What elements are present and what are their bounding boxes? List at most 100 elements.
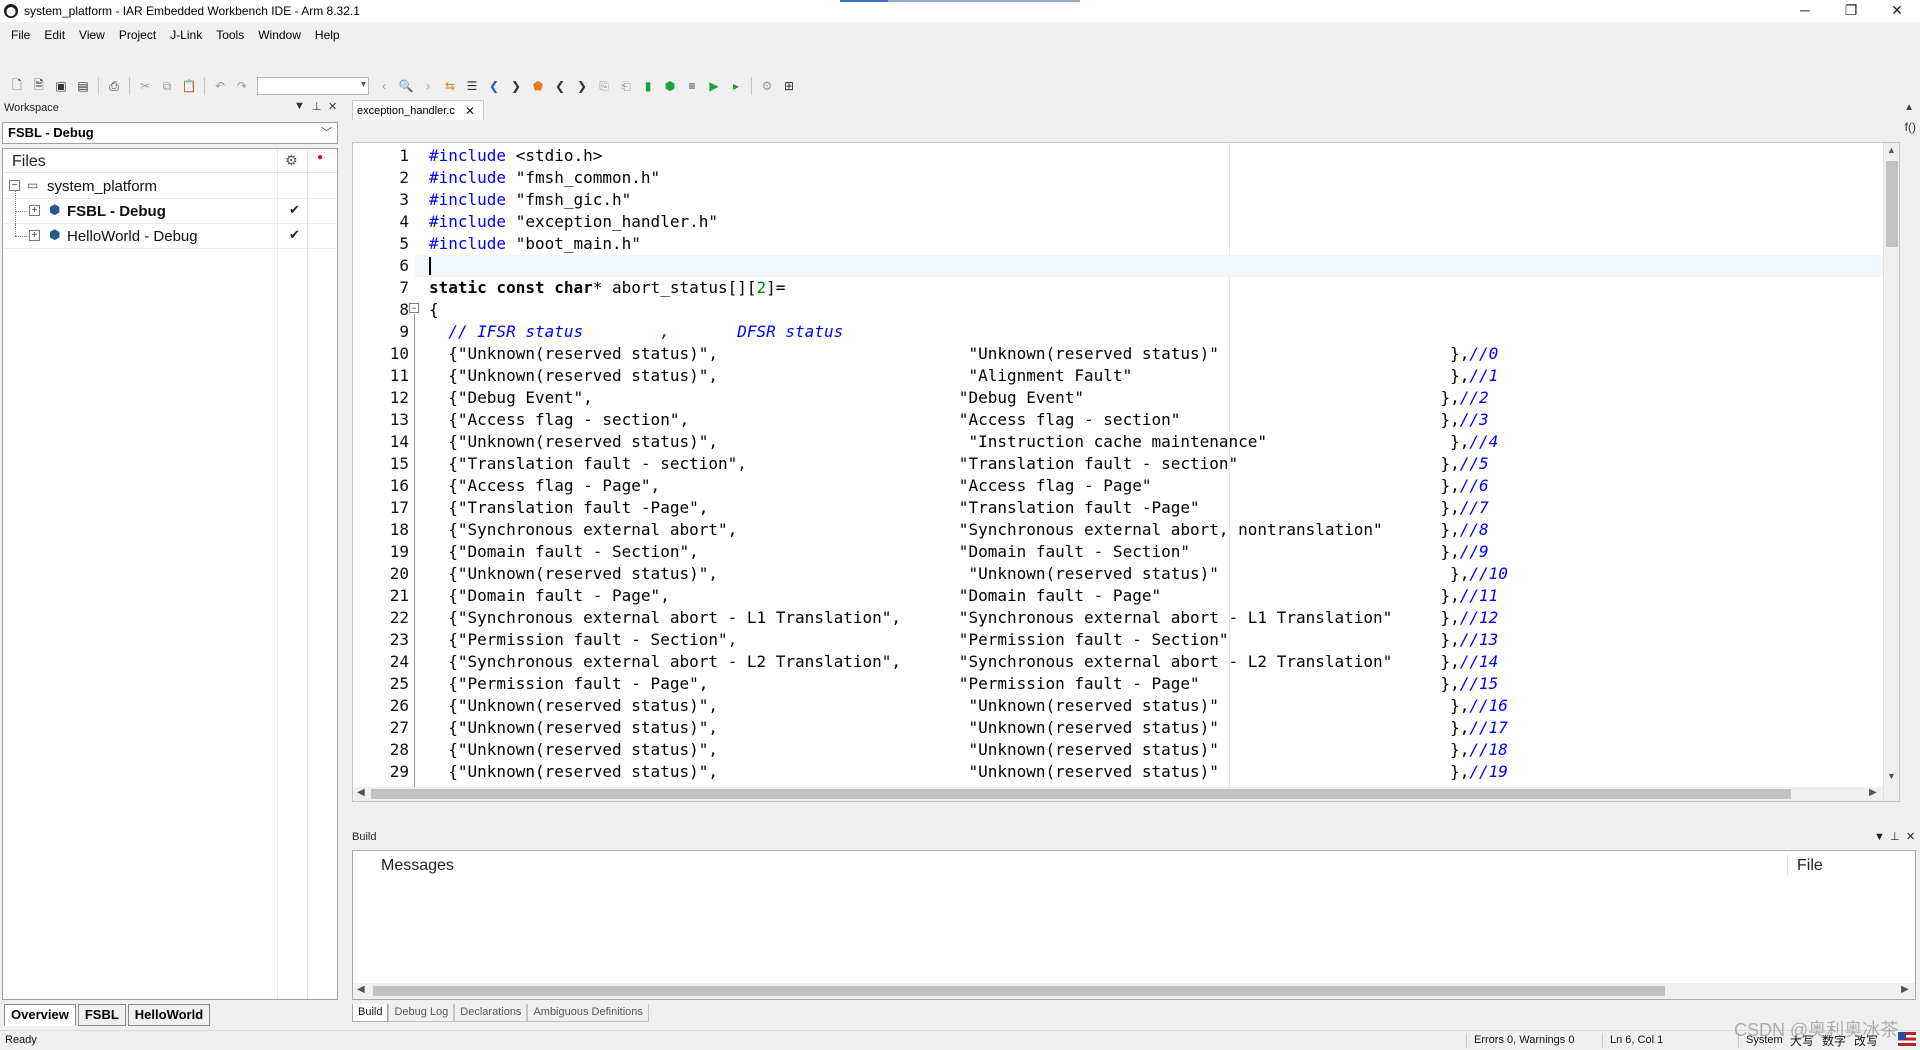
stop-build-icon[interactable]: ⬢ xyxy=(659,75,681,97)
chevron-left-icon[interactable]: ◀ xyxy=(357,984,365,995)
code-line[interactable]: static const char* abort_status[][2]= xyxy=(429,277,1869,299)
find-previous-icon[interactable]: ‹ xyxy=(373,75,395,97)
code-line[interactable]: {"Translation fault -Page", "Translation… xyxy=(429,497,1869,519)
code-line[interactable]: {"Unknown(reserved status)", "Unknown(re… xyxy=(429,563,1869,585)
language-flag-icon[interactable] xyxy=(1898,1032,1916,1046)
toolbar-options-icon[interactable]: ⚙ xyxy=(756,75,778,97)
code-line[interactable]: #include "fmsh_common.h" xyxy=(429,167,1869,189)
code-line[interactable]: #include "fmsh_gic.h" xyxy=(429,189,1869,211)
new-document-icon[interactable]: 🗎 xyxy=(28,75,50,97)
code-line[interactable] xyxy=(415,255,1895,277)
windows-layout-icon[interactable]: ⊞ xyxy=(778,75,800,97)
find-icon[interactable]: 🔍 xyxy=(395,75,417,97)
code-line[interactable]: {"Unknown(reserved status)", "Unknown(re… xyxy=(429,695,1869,717)
expand-icon[interactable]: + xyxy=(29,205,40,216)
code-line[interactable]: #include "exception_handler.h" xyxy=(429,211,1869,233)
chevron-down-icon[interactable]: ▼ xyxy=(1874,828,1885,846)
chevron-up-icon[interactable]: ▲ xyxy=(1887,145,1896,155)
code-line[interactable]: {"Permission fault - Section", "Permissi… xyxy=(429,629,1869,651)
chevron-right-icon[interactable]: ▶ xyxy=(1901,984,1909,995)
code-area[interactable]: #include <stdio.h> #include "fmsh_common.… xyxy=(415,145,1895,801)
menu-edit[interactable]: Edit xyxy=(37,28,72,42)
menu-project[interactable]: Project xyxy=(112,28,163,42)
navigate-back-icon[interactable]: ❮ xyxy=(483,75,505,97)
fold-collapse-icon[interactable]: − xyxy=(409,303,419,313)
code-line[interactable]: {"Synchronous external abort", "Synchron… xyxy=(429,519,1869,541)
code-line[interactable]: {"Synchronous external abort - L2 Transl… xyxy=(429,651,1869,673)
code-line[interactable]: {"Translation fault - section", "Transla… xyxy=(429,453,1869,475)
chevron-down-icon[interactable]: ▼ xyxy=(1887,771,1896,781)
code-line[interactable]: {"Unknown(reserved status)", "Unknown(re… xyxy=(429,761,1869,783)
menu-view[interactable]: View xyxy=(72,28,112,42)
close-icon[interactable]: ✕ xyxy=(465,102,475,120)
tree-item-workspace[interactable]: − ▭ system_platform xyxy=(3,174,337,199)
next-bookmark-icon[interactable]: ❯ xyxy=(571,75,593,97)
chevron-left-icon[interactable]: ◀ xyxy=(357,787,365,798)
undo-icon[interactable]: ↶ xyxy=(209,75,231,97)
new-file-icon[interactable]: 🗋 xyxy=(6,75,28,97)
chevron-right-icon[interactable]: ▶ xyxy=(1869,787,1877,798)
tree-item-fsbl[interactable]: + ⬢ FSBL - Debug ✔ xyxy=(3,191,337,224)
chevron-up-icon[interactable]: ▲ xyxy=(1904,102,1914,113)
previous-bookmark-icon[interactable]: ❮ xyxy=(549,75,571,97)
code-line[interactable]: { xyxy=(429,299,1869,321)
code-line[interactable]: {"Permission fault - Page", "Permission … xyxy=(429,673,1869,695)
breakpoint-toggle-icon[interactable]: ⬟ xyxy=(527,75,549,97)
bookmark-icon[interactable]: ☰ xyxy=(461,75,483,97)
horizontal-scrollbar[interactable]: ◀ ▶ xyxy=(353,787,1883,801)
paste-icon[interactable]: 📋 xyxy=(178,75,200,97)
code-line[interactable]: {"Synchronous external abort - L1 Transl… xyxy=(429,607,1869,629)
collapse-icon[interactable]: − xyxy=(9,180,20,191)
code-line[interactable]: {"Access flag - section", "Access flag -… xyxy=(429,409,1869,431)
print-icon[interactable]: ⎙ xyxy=(103,75,125,97)
tab-debug-log[interactable]: Debug Log xyxy=(388,1004,455,1022)
code-line[interactable]: #include "boot_main.h" xyxy=(429,233,1869,255)
code-line[interactable]: {"Domain fault - Section", "Domain fault… xyxy=(429,541,1869,563)
code-line[interactable]: {"Unknown(reserved status)", "Alignment … xyxy=(429,365,1869,387)
code-line[interactable]: // IFSR status , DFSR status xyxy=(429,321,1869,343)
expand-icon[interactable]: + xyxy=(29,230,40,241)
menu-jlink[interactable]: J-Link xyxy=(163,28,209,42)
configuration-select[interactable]: FSBL - Debug ﹀ xyxy=(2,122,338,144)
save-icon[interactable]: ▣ xyxy=(50,75,72,97)
copy-icon[interactable]: ⧉ xyxy=(156,75,178,97)
download-and-debug-icon[interactable]: ▶ xyxy=(703,75,725,97)
code-line[interactable]: {"Unknown(reserved status)", "Unknown(re… xyxy=(429,343,1869,365)
compile-icon[interactable]: ⎘ xyxy=(593,75,615,97)
batch-build-icon[interactable]: ≡ xyxy=(681,75,703,97)
save-all-icon[interactable]: ▤ xyxy=(72,75,94,97)
code-line[interactable]: {"Debug Event", "Debug Event" },//2 xyxy=(429,387,1869,409)
tab-exception-handler[interactable]: exception_handler.c ✕ xyxy=(352,100,484,120)
menu-help[interactable]: Help xyxy=(308,28,347,42)
pin-icon[interactable]: ⊥ xyxy=(312,100,322,113)
menu-window[interactable]: Window xyxy=(251,28,308,42)
find-next-icon[interactable]: › xyxy=(417,75,439,97)
minimize-icon[interactable]: ─ xyxy=(1782,0,1828,22)
functions-button[interactable]: f() xyxy=(1905,120,1916,134)
code-editor[interactable]: 1 2 3 4 5 6 7 8 9 10 11 12 13 14 15 16 17 18 19 20 21 22 23 24 2… xyxy=(352,142,1900,802)
code-line[interactable]: {"Domain fault - Page", "Domain fault - … xyxy=(429,585,1869,607)
navigate-forward-icon[interactable]: ❯ xyxy=(505,75,527,97)
code-line[interactable]: {"Unknown(reserved status)", "Unknown(re… xyxy=(429,717,1869,739)
maximize-icon[interactable]: ❐ xyxy=(1828,0,1874,22)
close-icon[interactable]: ✕ xyxy=(1906,828,1915,846)
cut-icon[interactable]: ✂ xyxy=(134,75,156,97)
make-icon[interactable]: ⎗ xyxy=(615,75,637,97)
gear-icon[interactable]: ⚙ xyxy=(285,152,298,169)
tab-fsbl[interactable]: FSBL xyxy=(77,1004,126,1026)
go-to-icon[interactable]: ⇆ xyxy=(439,75,461,97)
close-icon[interactable]: ✕ xyxy=(1874,0,1920,22)
vertical-scrollbar[interactable]: ▲ ▼ xyxy=(1883,143,1899,801)
find-combo[interactable] xyxy=(257,77,369,95)
pin-icon[interactable]: ⊥ xyxy=(1890,828,1900,846)
menu-file[interactable]: File xyxy=(4,28,37,42)
scrollbar-thumb[interactable] xyxy=(371,789,1791,799)
scrollbar-thumb[interactable] xyxy=(373,986,1665,996)
close-icon[interactable]: ✕ xyxy=(328,100,337,113)
build-icon[interactable]: ▮ xyxy=(637,75,659,97)
scrollbar-thumb[interactable] xyxy=(1886,161,1898,247)
debug-without-download-icon[interactable]: ▸ xyxy=(725,75,747,97)
code-line[interactable]: {"Unknown(reserved status)", "Instructio… xyxy=(429,431,1869,453)
tab-helloworld[interactable]: HelloWorld xyxy=(127,1004,211,1026)
menu-tools[interactable]: Tools xyxy=(209,28,251,42)
